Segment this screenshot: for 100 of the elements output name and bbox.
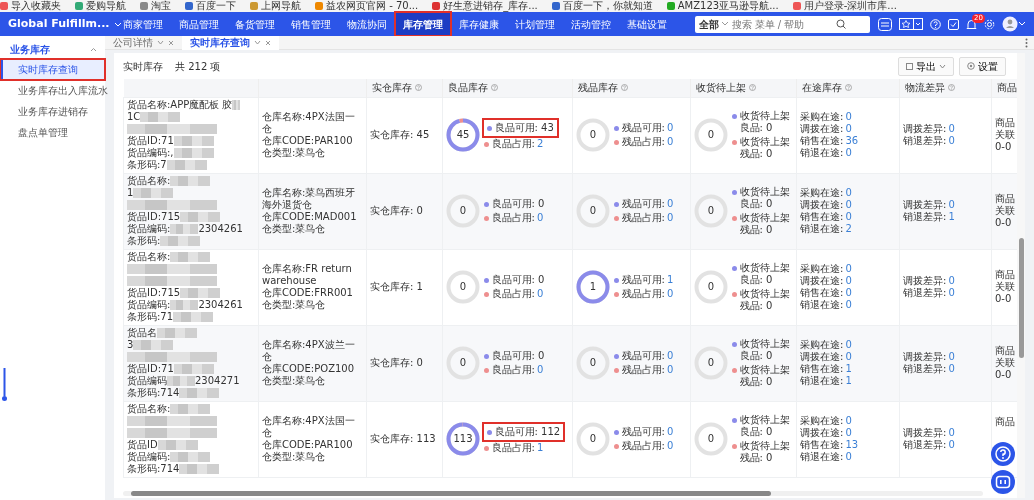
slider-handle-icon[interactable] (2, 368, 7, 402)
value-link[interactable]: 0 (845, 451, 852, 462)
value-link[interactable]: 0 (845, 123, 852, 134)
value-link[interactable]: 0 (666, 426, 674, 437)
search-field[interactable]: 全部 搜索 菜单 / 帮助 (695, 15, 870, 33)
value-link[interactable]: 0 (845, 427, 852, 438)
bookmark-link[interactable]: 益农网页官网 - 70... (326, 0, 419, 12)
help-icon[interactable] (748, 84, 756, 92)
sidebar-item[interactable]: 实时库存查询 (0, 59, 105, 80)
value-link[interactable]: 0 (845, 111, 852, 122)
search-icon[interactable] (835, 19, 846, 29)
value-link[interactable]: 2 (536, 138, 544, 149)
nav-tab[interactable]: 库存健康 (451, 12, 507, 36)
scope-select[interactable]: 全部 (699, 16, 719, 32)
assistant-button[interactable] (991, 470, 1015, 494)
bookmark-icon[interactable] (0, 2, 8, 10)
sidebar-item[interactable]: 盘点单管理 (0, 122, 105, 143)
nav-tab[interactable]: 库存管理 (395, 12, 451, 36)
app-switch-icon[interactable] (878, 17, 892, 31)
value-link[interactable]: 0 (845, 211, 852, 222)
bell-icon[interactable] (966, 18, 977, 30)
value-link[interactable]: 0 (536, 212, 544, 223)
favorites-icon[interactable] (899, 18, 923, 30)
value-link[interactable]: 0 (845, 415, 852, 426)
value-link[interactable]: 1 (666, 274, 674, 285)
avatar-icon[interactable] (1002, 16, 1026, 32)
bookmark-icon[interactable] (432, 2, 441, 10)
value-link[interactable]: 0 (666, 288, 674, 299)
value-link[interactable]: 0 (666, 198, 674, 209)
toolbar-button[interactable]: 导出 (898, 56, 954, 76)
value-link[interactable]: 0 (948, 427, 955, 438)
value-link[interactable]: 0 (666, 364, 674, 375)
value-link[interactable]: 0 (948, 123, 955, 134)
nav-tab[interactable]: 备货管理 (227, 12, 283, 36)
more-icon[interactable] (1025, 37, 1028, 48)
help-button[interactable] (991, 442, 1015, 466)
value-link[interactable]: 13 (845, 439, 859, 450)
bookmark-icon[interactable] (140, 2, 148, 10)
value-link[interactable]: 0 (666, 122, 674, 133)
value-link[interactable]: 0 (845, 199, 852, 210)
page-tab[interactable]: 公司详情 (105, 35, 182, 50)
value-link[interactable]: 0 (845, 299, 852, 310)
value-link[interactable]: 0 (666, 350, 674, 361)
help-icon[interactable] (490, 84, 498, 92)
bookmark-link[interactable]: 淘宝 (151, 0, 171, 12)
value-link[interactable]: 0 (845, 287, 852, 298)
value-link[interactable]: 0 (948, 439, 955, 450)
value-link[interactable]: 1 (845, 363, 852, 374)
value-link[interactable]: 0 (536, 364, 544, 375)
sidebar-item[interactable]: 业务库存进销存 (0, 101, 105, 122)
bookmark-icon[interactable] (666, 2, 675, 10)
value-link[interactable]: 0 (845, 147, 852, 158)
bookmark-link[interactable]: 爱购导航 (86, 0, 126, 12)
task-icon[interactable] (948, 18, 959, 30)
nav-tab[interactable]: 商家管理 (115, 12, 171, 36)
bookmark-link[interactable]: 好生意进销存_库存... (443, 0, 538, 12)
bookmark-icon[interactable] (185, 2, 193, 10)
help-icon[interactable] (620, 84, 628, 92)
value-link[interactable]: 0 (845, 351, 852, 362)
help-icon[interactable] (947, 84, 955, 92)
value-link[interactable]: 0 (948, 275, 955, 286)
settings-icon[interactable] (984, 18, 995, 30)
value-link[interactable]: 0 (948, 199, 955, 210)
close-icon[interactable] (168, 39, 174, 46)
value-link[interactable]: 1 (536, 442, 544, 453)
value-link[interactable]: 2 (845, 223, 852, 234)
value-link[interactable]: 1 (845, 375, 852, 386)
value-link[interactable]: 0 (845, 275, 852, 286)
value-link[interactable]: 1 (948, 211, 955, 222)
value-link[interactable]: 0 (666, 136, 674, 147)
value-link[interactable]: 36 (845, 135, 859, 146)
nav-tab[interactable]: 物流协同 (339, 12, 395, 36)
close-icon[interactable] (265, 39, 271, 46)
value-link[interactable]: 0 (948, 135, 955, 146)
vertical-scrollbar[interactable] (1017, 53, 1025, 498)
value-link[interactable]: 0 (948, 363, 955, 374)
bookmark-link[interactable]: 百度一下 (196, 0, 236, 12)
value-link[interactable]: 0 (666, 212, 674, 223)
chevron-down-icon[interactable] (113, 20, 122, 28)
help-icon[interactable] (414, 84, 422, 92)
bookmark-link[interactable]: 上网导航 (261, 0, 301, 12)
value-link[interactable]: 0 (666, 440, 674, 451)
bookmark-link[interactable]: AMZ123亚马逊导航... (677, 0, 779, 12)
bookmark-icon[interactable] (792, 2, 801, 10)
bookmark-icon[interactable] (551, 2, 560, 10)
horizontal-scrollbar[interactable] (123, 491, 983, 496)
bookmark-link[interactable]: 导入收藏夹 (11, 0, 61, 12)
nav-tab[interactable]: 计划管理 (507, 12, 563, 36)
nav-tab[interactable]: 基础设置 (619, 12, 675, 36)
value-link[interactable]: 0 (948, 351, 955, 362)
chevron-down-icon[interactable] (254, 40, 261, 45)
bookmark-link[interactable]: 用户登录-深圳市库... (803, 0, 897, 12)
nav-tab[interactable]: 商品管理 (171, 12, 227, 36)
sidebar-group[interactable]: 业务库存 (10, 42, 50, 57)
bookmark-link[interactable]: 百度一下，你就知道 (562, 0, 653, 12)
value-link[interactable]: 0 (948, 287, 955, 298)
value-link[interactable]: 0 (536, 288, 544, 299)
nav-tab[interactable]: 销售管理 (283, 12, 339, 36)
value-link[interactable]: 0 (845, 187, 852, 198)
toolbar-button[interactable]: 设置 (959, 56, 1006, 76)
